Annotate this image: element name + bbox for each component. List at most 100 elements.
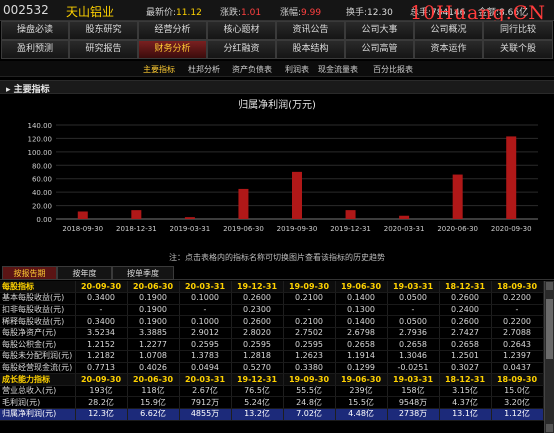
indicator-name[interactable]: 基本每股收益(元) <box>0 292 76 305</box>
period-header: 20-09-30 <box>75 373 128 386</box>
indicator-value: 9548万 <box>387 396 440 410</box>
table-row[interactable]: 营业总收入(元) 193亿 118亿 2.67亿 76.5亿 55.5亿 239亿 158亿 3… <box>0 385 544 398</box>
bar <box>292 171 302 219</box>
indicator-value: 0.1300 <box>335 304 388 317</box>
nav-item[interactable]: 股本结构 <box>276 40 345 59</box>
subnav-item[interactable]: 资产负债表 <box>232 64 272 75</box>
scroll-up-arrow[interactable] <box>546 282 553 290</box>
nav-item-active[interactable]: 财务分析 <box>138 40 207 59</box>
subnav-item[interactable]: 杜邦分析 <box>188 64 220 75</box>
tab-by-year[interactable]: 按年度 <box>57 266 112 280</box>
vertical-scrollbar[interactable] <box>544 281 554 433</box>
table-row[interactable]: 每股公积金(元) 1.2152 1.2277 0.2595 0.2595 0.2595 0.… <box>0 338 544 352</box>
field-change: 涨跌:1.01 <box>220 8 262 18</box>
indicator-value: 4.37亿 <box>439 396 492 410</box>
table-row[interactable]: 每股未分配利润(元) 1.2182 1.0708 1.3783 1.2818 1.2623… <box>0 350 544 363</box>
table-row[interactable]: 每股净资产(元) 3.5234 3.3885 2.9012 2.8020 2.7502 2.… <box>0 327 544 340</box>
indicator-name[interactable]: 扣非每股收益(元) <box>0 304 76 317</box>
indicator-value: 2.8020 <box>231 327 284 340</box>
indicator-value: 3.3885 <box>127 327 180 340</box>
nav-item[interactable]: 研究报告 <box>69 40 138 59</box>
table-row[interactable]: 稀释每股收益(元) 0.3400 0.1900 0.1000 0.2600 0.2100 0… <box>0 315 544 328</box>
nav-item[interactable]: 股东研究 <box>69 21 138 40</box>
indicator-value: 0.1000 <box>179 315 232 328</box>
indicator-value: 1.2623 <box>283 350 336 363</box>
indicator-value: 2.67亿 <box>179 385 232 398</box>
table-row[interactable]: 扣非每股收益(元) -0.1900-0.2300-0.1300-0.2400- <box>0 304 544 317</box>
indicator-value: 0.2595 <box>179 338 232 352</box>
indicator-value: 0.7713 <box>75 362 128 375</box>
indicator-value: 13.2亿 <box>231 408 284 421</box>
period-header: 20-06-30 <box>127 373 180 386</box>
nav-item[interactable]: 分红融资 <box>207 40 276 59</box>
indicator-name[interactable]: 毛利润(元) <box>0 396 76 410</box>
period-header: 19-12-31 <box>231 373 284 386</box>
indicator-value: 0.1900 <box>127 315 180 328</box>
indicator-name[interactable]: 归属净利润(元) <box>0 408 76 421</box>
subnav-item-active[interactable]: 主要指标 <box>143 64 175 75</box>
indicator-value: 0.3380 <box>283 362 336 375</box>
period-header: 18-09-30 <box>491 373 544 386</box>
indicator-value: 1.2182 <box>75 350 128 363</box>
indicator-value: 12.3亿 <box>75 408 128 421</box>
indicator-value: 28.2亿 <box>75 396 128 410</box>
indicator-name[interactable]: 每股公积金(元) <box>0 338 76 352</box>
indicator-value: 0.5270 <box>231 362 284 375</box>
nav-item[interactable]: 公司概况 <box>414 21 483 40</box>
indicator-value: 1.3783 <box>179 350 232 363</box>
indicator-value: 0.2658 <box>387 338 440 352</box>
indicator-name[interactable]: 营业总收入(元) <box>0 385 76 398</box>
indicator-value: - <box>491 304 544 317</box>
x-tick-label: 2019-12-31 <box>330 225 371 233</box>
nav-item[interactable]: 经营分析 <box>138 21 207 40</box>
scroll-thumb[interactable] <box>546 299 553 359</box>
table-row[interactable]: 归属净利润(元) 12.3亿 6.62亿 4855万 13.2亿 7.02亿 4.48亿 27… <box>0 408 544 421</box>
indicator-value: 0.2600 <box>439 315 492 328</box>
indicator-value: 2.6798 <box>335 327 388 340</box>
indicator-value: 7912万 <box>179 396 232 410</box>
indicator-name[interactable]: 每股经营现金流(元) <box>0 362 76 375</box>
nav-item[interactable]: 资本运作 <box>414 40 483 59</box>
bar <box>238 188 249 219</box>
y-tick-label: 80.00 <box>32 162 52 170</box>
tab-by-report[interactable]: 按报告期 <box>2 266 57 280</box>
indicator-value: 0.2643 <box>491 338 544 352</box>
nav-item[interactable]: 公司大事 <box>345 21 414 40</box>
subnav-item[interactable]: 利润表 <box>285 64 309 75</box>
table-row[interactable]: 毛利润(元) 28.2亿 15.9亿 7912万 5.24亿 24.8亿 15.5亿 9548… <box>0 396 544 410</box>
indicator-value: 0.3400 <box>75 315 128 328</box>
indicator-value: - <box>75 304 128 317</box>
nav-item[interactable]: 盈利预测 <box>1 40 69 59</box>
subnav-item[interactable]: 现金流量表 <box>318 64 358 75</box>
period-header: 20-03-31 <box>179 281 232 294</box>
indicator-value: 239亿 <box>335 385 388 398</box>
scroll-down-arrow[interactable] <box>546 424 553 432</box>
indicator-name[interactable]: 每股未分配利润(元) <box>0 350 76 363</box>
indicator-value: 158亿 <box>387 385 440 398</box>
nav-item[interactable]: 核心题材 <box>207 21 276 40</box>
indicator-value: 2.7427 <box>439 327 492 340</box>
indicator-value: 0.1299 <box>335 362 388 375</box>
indicator-value: 15.9亿 <box>127 396 180 410</box>
nav-item[interactable]: 资讯公告 <box>276 21 345 40</box>
nav-item[interactable]: 公司高管 <box>345 40 414 59</box>
table-row[interactable]: 基本每股收益(元) 0.3400 0.1900 0.1000 0.2600 0.2100 0… <box>0 292 544 305</box>
indicator-value: 2.7936 <box>387 327 440 340</box>
indicator-value: 0.2600 <box>231 315 284 328</box>
table-row[interactable]: 每股经营现金流(元) 0.7713 0.4026 0.0494 0.5270 0.3380… <box>0 362 544 375</box>
indicator-value: 2.9012 <box>179 327 232 340</box>
indicator-value: 1.1914 <box>335 350 388 363</box>
nav-item[interactable]: 操盘必读 <box>1 21 69 40</box>
period-header: 18-12-31 <box>439 281 492 294</box>
indicator-name[interactable]: 每股净资产(元) <box>0 327 76 340</box>
indicator-name[interactable]: 稀释每股收益(元) <box>0 315 76 328</box>
nav-item[interactable]: 关联个股 <box>483 40 553 59</box>
y-tick-label: 100.00 <box>28 149 53 157</box>
indicator-value: 0.2600 <box>439 292 492 305</box>
nav-item[interactable]: 同行比较 <box>483 21 553 40</box>
tab-by-quarter[interactable]: 按单季度 <box>112 266 174 280</box>
indicator-value: 1.2818 <box>231 350 284 363</box>
subnav-item[interactable]: 百分比报表 <box>373 64 413 75</box>
indicator-value: 0.3400 <box>75 292 128 305</box>
table-group-header: 每股指标 20-09-30 20-06-30 20-03-31 19-12-31 19-0… <box>0 281 544 294</box>
